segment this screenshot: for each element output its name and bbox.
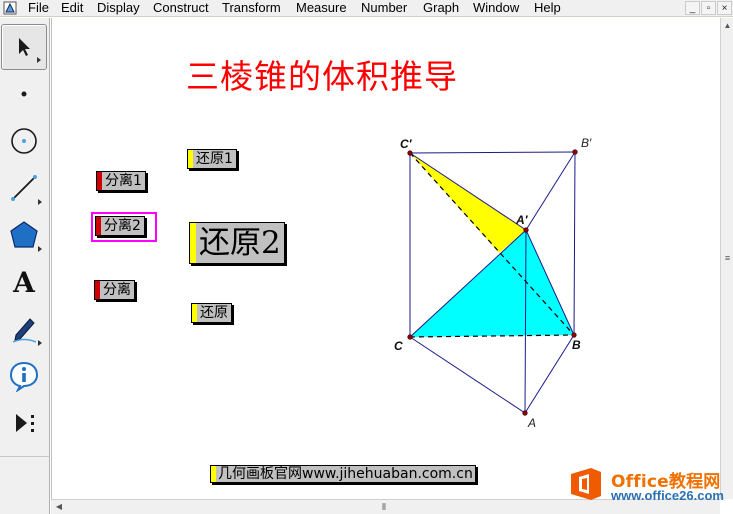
vertical-scrollbar[interactable]: ▲ ≡ xyxy=(720,18,733,499)
label-b1: B′ xyxy=(581,136,592,150)
vertex-a[interactable] xyxy=(522,410,528,416)
edge-a1-b1 xyxy=(525,151,576,231)
label-a1: A′ xyxy=(515,213,529,227)
watermark-url: www.office26.com xyxy=(611,488,724,503)
label-a: A xyxy=(527,416,536,430)
vertex-a1[interactable] xyxy=(523,227,529,233)
edge-c-a xyxy=(409,336,526,414)
cyan-face[interactable] xyxy=(410,230,574,337)
watermark: Office教程网 www.office26.com xyxy=(567,466,727,508)
label-c1: C′ xyxy=(400,137,413,151)
edge-c1-a1 xyxy=(409,152,527,231)
yellow-face[interactable] xyxy=(410,153,526,253)
scroll-grip-horizontal-icon[interactable]: ⦀ xyxy=(377,501,391,513)
vertex-c1[interactable] xyxy=(407,150,413,156)
prism-figure: C′ B′ A′ C B A xyxy=(394,136,592,430)
scroll-up-arrow-icon[interactable]: ▲ xyxy=(722,20,733,32)
scroll-grip-icon[interactable]: ≡ xyxy=(722,252,733,264)
edge-a-b xyxy=(524,334,575,414)
scroll-left-arrow-icon[interactable]: ◀ xyxy=(54,501,64,513)
edge-b1-b xyxy=(573,151,576,336)
label-c: C xyxy=(394,339,403,353)
vertex-b[interactable] xyxy=(571,332,577,338)
label-b: B xyxy=(572,338,581,352)
office-logo-icon xyxy=(571,468,601,500)
vertex-c[interactable] xyxy=(407,334,413,340)
vertex-b1[interactable] xyxy=(572,149,578,155)
edge-c1-b1 xyxy=(409,151,576,154)
